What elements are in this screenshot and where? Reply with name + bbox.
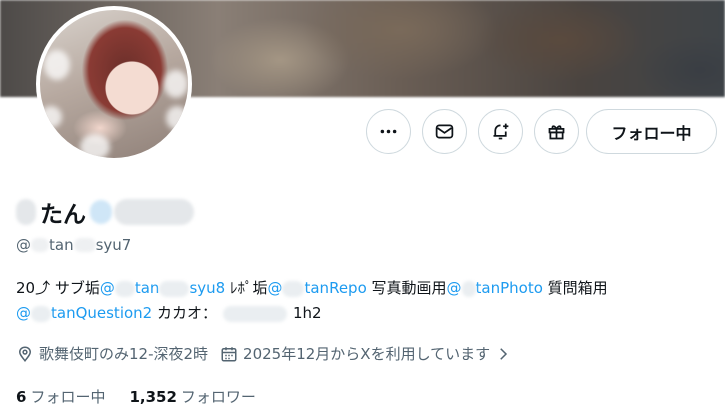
link-suffix: tanRepo — [304, 279, 367, 297]
repo-account-link[interactable]: @ tanRepo — [267, 279, 366, 297]
sub-account-link[interactable]: @ tan syu8 — [100, 279, 225, 297]
more-button[interactable] — [366, 109, 411, 154]
bell-plus-icon — [493, 123, 509, 140]
display-name-text: たん — [40, 202, 86, 228]
followers-count: 1,352 — [129, 388, 177, 406]
join-date-text: 2025年12月からXを利用しています — [243, 345, 491, 363]
location: 歌舞伎町のみ12-深夜2時 — [16, 343, 208, 364]
bio-text: 写真動画用 — [366, 279, 447, 297]
bio-text: 1h2 — [293, 304, 322, 322]
redacted-handle-part — [73, 238, 96, 252]
bio-text: 質問箱用 — [542, 279, 608, 297]
link-suffix: syu8 — [189, 279, 226, 297]
message-icon — [435, 124, 454, 139]
following-count: 6 — [16, 388, 27, 406]
gift-button[interactable] — [534, 109, 579, 154]
link-suffix: tanPhoto — [475, 279, 543, 297]
profile-meta: 歌舞伎町のみ12-深夜2時 2025年12月からXを利用しています — [16, 343, 524, 364]
following-label: フォロー中 — [30, 388, 106, 406]
redacted — [461, 280, 476, 297]
link-at: @ — [446, 279, 462, 297]
redacted-kakao — [223, 305, 287, 322]
gift-icon — [548, 125, 565, 140]
followers-label: フォロワー — [180, 388, 256, 406]
redacted-handle-part — [31, 238, 49, 252]
link-at: @ — [99, 279, 115, 297]
calendar-icon — [221, 346, 237, 361]
link-suffix: tanQuestion2 — [51, 304, 153, 322]
chevron-right-icon — [500, 347, 508, 360]
follow-stats: 6 フォロー中 1,352 フォロワー — [16, 386, 280, 407]
location-pin-icon — [18, 345, 32, 362]
redacted-name-part — [16, 199, 36, 225]
notify-button[interactable] — [478, 109, 523, 154]
following-button[interactable]: フォロー中 — [586, 109, 717, 154]
handle: @ tan syu7 — [16, 236, 131, 254]
bio-text: 20⤴ サブ垢 — [16, 279, 100, 297]
link-at: @ — [16, 304, 31, 322]
bio: 20⤴ サブ垢@ tan syu8 ﾚﾎﾟ垢@ tanRepo 写真動画用@ tanPh… — [16, 276, 706, 326]
join-date[interactable]: 2025年12月からXを利用しています — [220, 343, 512, 364]
bio-text: カカオ： — [152, 304, 217, 322]
question-account-link[interactable]: @ tanQuestion2 — [16, 304, 152, 322]
redacted — [114, 280, 135, 297]
message-button[interactable] — [422, 109, 467, 154]
redacted-name-part — [114, 199, 194, 225]
handle-suffix: syu7 — [95, 236, 132, 254]
location-text: 歌舞伎町のみ12-深夜2時 — [39, 345, 209, 363]
link-mid: tan — [134, 279, 160, 297]
avatar[interactable] — [36, 6, 192, 162]
redacted-emoji — [90, 200, 112, 224]
more-icon — [380, 129, 397, 134]
link-at: @ — [267, 279, 283, 297]
followers-link[interactable]: 1,352 フォロワー — [129, 386, 255, 407]
bio-text: ﾚﾎﾟ垢 — [225, 279, 268, 297]
photo-account-link[interactable]: @ tanPhoto — [447, 279, 543, 297]
profile-actions — [366, 109, 579, 154]
redacted — [159, 280, 190, 297]
display-name: たん — [16, 196, 194, 228]
following-link[interactable]: 6 フォロー中 — [16, 386, 105, 407]
redacted — [31, 305, 51, 322]
handle-at: @ — [16, 236, 31, 254]
redacted — [282, 280, 305, 297]
handle-mid: tan — [49, 236, 74, 254]
